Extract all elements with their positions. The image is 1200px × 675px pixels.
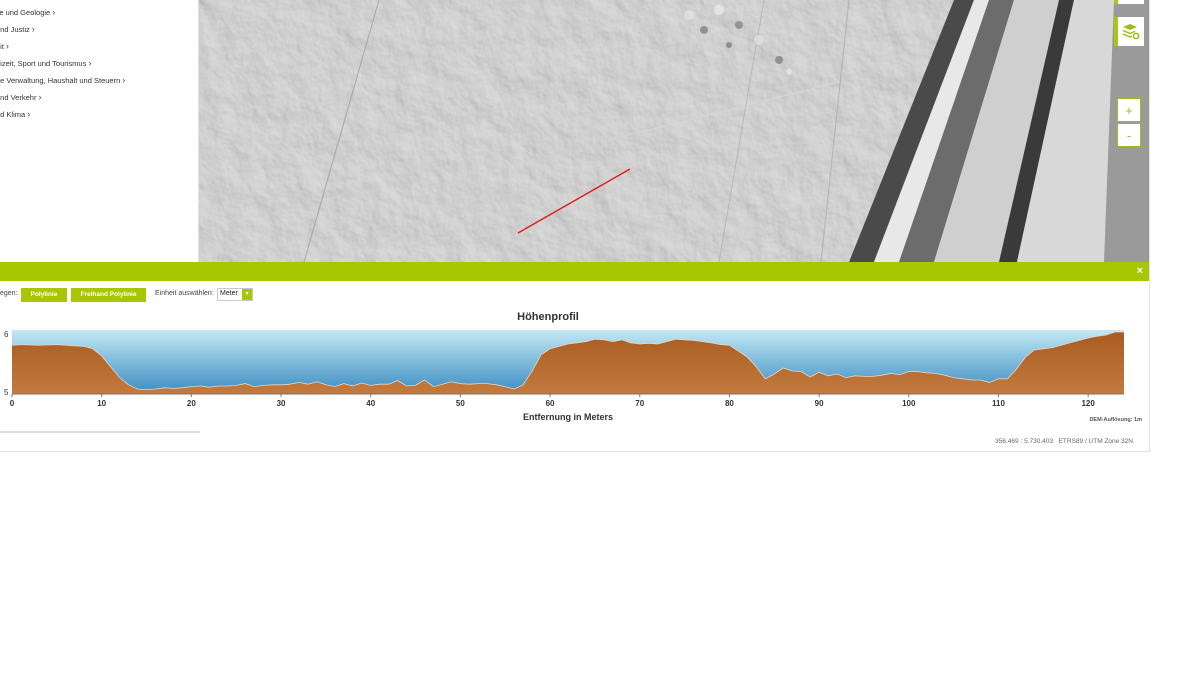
sidebar-item-label: eizeit, Sport und Tourismus <box>0 59 87 68</box>
sidebar-item-label: und Verkehr <box>0 93 37 102</box>
profile-toolbar: egen: Polylinie Freihand Polylinie Einhe… <box>0 287 600 303</box>
chevron-right-icon: › <box>122 75 126 85</box>
chevron-right-icon: › <box>52 7 56 17</box>
chevron-right-icon: › <box>5 41 9 51</box>
sidebar-item-label: ile und Geologie <box>0 8 51 17</box>
y-tick-label: 5 <box>4 388 9 397</box>
sidebar-item-geologie[interactable]: ile und Geologie › <box>0 4 194 21</box>
chevron-right-icon: › <box>27 109 31 119</box>
x-axis-label: Entfernung in Meters <box>523 412 613 422</box>
scrollbar-track[interactable] <box>0 431 200 433</box>
sidebar-item-verwaltung[interactable]: he Verwaltung, Haushalt und Steuern › <box>0 72 194 89</box>
sidebar-item-arbeit[interactable]: eit› <box>0 38 194 55</box>
x-tick-label: 80 <box>725 399 734 408</box>
freehand-polyline-button[interactable]: Freihand Polylinie <box>71 288 146 302</box>
layer-settings-button[interactable] <box>1114 17 1144 46</box>
app-window: ile und Geologie› und Justiz› eit› eizei… <box>0 0 1150 452</box>
x-tick-label: 70 <box>635 399 644 408</box>
x-tick-label: 50 <box>456 399 465 408</box>
x-tick-label: 100 <box>902 399 916 408</box>
zoom-out-button[interactable]: - <box>1117 123 1141 147</box>
x-tick-label: 30 <box>277 399 286 408</box>
draw-mode-label: egen: <box>0 290 18 297</box>
sidebar-item-label: he Verwaltung, Haushalt und Steuern <box>0 76 121 85</box>
elevation-profile-chart: Höhenprofil 0 10 20 30 40 50 60 70 80 90 100 110 120… <box>4 311 1142 423</box>
crs-label: ETRS89 / UTM Zone 32N <box>1058 438 1133 445</box>
chart-title: Höhenprofil <box>517 311 579 323</box>
elevation-panel-header: × <box>0 262 1149 281</box>
x-tick-label: 10 <box>97 399 106 408</box>
layers-settings-icon <box>1122 23 1140 39</box>
chevron-right-icon: › <box>31 24 35 34</box>
sidebar-item-verkehr[interactable]: und Verkehr › <box>0 89 194 106</box>
chevron-right-icon: › <box>38 92 42 102</box>
x-tick-label: 20 <box>187 399 196 408</box>
chevron-right-icon: › <box>88 58 92 68</box>
cursor-coordinates: 356.469 : 5.730.403 <box>995 438 1053 445</box>
close-button[interactable]: × <box>1137 265 1143 277</box>
x-tick-label: 40 <box>366 399 375 408</box>
x-tick-label: 60 <box>546 399 555 408</box>
zoom-in-button[interactable]: + <box>1117 98 1141 122</box>
unit-select[interactable]: Meter ▾ <box>217 288 253 301</box>
map-view[interactable]: + - <box>199 0 1149 262</box>
x-tick-label: 90 <box>815 399 824 408</box>
polyline-button[interactable]: Polylinie <box>21 288 67 302</box>
chevron-down-icon: ▾ <box>242 289 252 300</box>
x-tick-label: 120 <box>1081 399 1095 408</box>
sidebar-item-klima[interactable]: nd Klima› <box>0 106 194 123</box>
y-tick-label: 6 <box>4 330 9 339</box>
sidebar-item-label: und Justiz <box>0 25 30 34</box>
hillshade-map <box>199 0 1149 262</box>
sidebar-list: ile und Geologie› und Justiz› eit› eizei… <box>0 0 198 123</box>
unit-select-value: Meter <box>220 290 238 297</box>
x-tick-label: 0 <box>10 399 15 408</box>
sidebar-item-justiz[interactable]: und Justiz› <box>0 21 194 38</box>
unit-select-label: Einheit auswählen: <box>155 290 214 297</box>
sidebar-item-freizeit[interactable]: eizeit, Sport und Tourismus › <box>0 55 194 72</box>
x-axis-ticks: 0 10 20 30 40 50 60 70 80 90 100 110 120 <box>10 394 1095 408</box>
map-tool-button[interactable] <box>1114 0 1144 4</box>
dem-resolution-note: DEM-Auflösung: 1m <box>1089 417 1142 423</box>
sidebar: ile und Geologie› und Justiz› eit› eizei… <box>0 0 199 262</box>
sidebar-item-label: nd Klima <box>0 110 26 119</box>
sidebar-item-label: eit <box>0 42 4 51</box>
x-tick-label: 110 <box>992 399 1005 408</box>
